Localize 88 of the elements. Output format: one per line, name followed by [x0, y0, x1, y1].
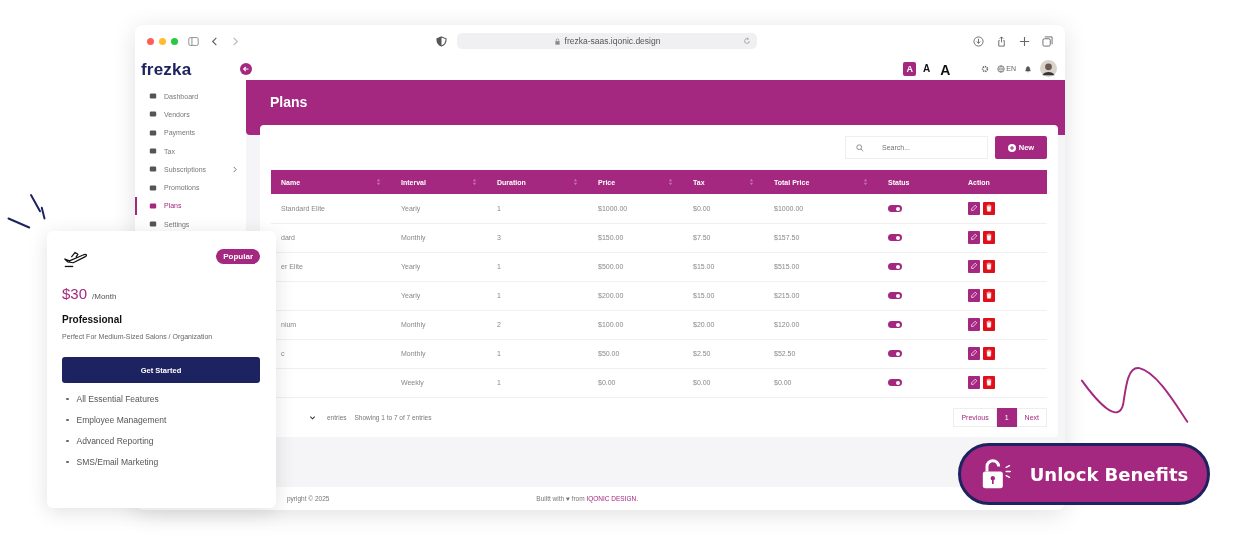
delete-button[interactable]	[983, 231, 995, 244]
bullet-icon	[66, 460, 69, 464]
chevron-icon	[231, 165, 238, 173]
lock-icon	[553, 37, 561, 45]
page-title: Plans	[270, 94, 308, 110]
delete-button[interactable]	[983, 201, 995, 215]
plus-icon[interactable]	[1019, 35, 1030, 47]
logo[interactable]: frezka	[141, 60, 192, 79]
plus-circle-icon	[1007, 143, 1016, 152]
sidebar-icon[interactable]	[188, 35, 199, 47]
pencil-icon	[970, 262, 978, 270]
pencil-icon	[970, 378, 978, 386]
trash-icon	[985, 262, 993, 270]
sort-icon	[472, 178, 477, 186]
globe-icon	[997, 64, 1006, 73]
sort-icon	[376, 178, 381, 186]
menu-bullet-icon	[149, 201, 157, 210]
pencil-icon	[970, 291, 978, 299]
menu-bullet-icon	[149, 147, 157, 156]
pencil-icon	[970, 233, 978, 241]
delete-button[interactable]	[983, 260, 995, 273]
bullet-icon	[66, 439, 69, 443]
close-icon[interactable]	[147, 37, 154, 45]
trash-icon	[985, 349, 993, 357]
status-toggle[interactable]	[888, 234, 902, 242]
back-arrow-icon[interactable]	[240, 62, 252, 75]
font-size-button[interactable]: A	[903, 61, 916, 76]
menu-bullet-icon	[149, 183, 157, 192]
feature-item: All Essential Features	[76, 394, 159, 404]
pencil-icon	[970, 203, 978, 212]
address-bar[interactable]: frezka-saas.iqonic.design	[457, 33, 757, 49]
font-size-button[interactable]: A	[919, 61, 934, 76]
back-icon[interactable]	[209, 35, 220, 47]
plan-name: Professional	[62, 314, 124, 325]
bullet-icon	[66, 418, 69, 422]
status-toggle[interactable]	[888, 205, 902, 213]
menu-bullet-icon	[149, 128, 157, 137]
sort-icon	[863, 178, 868, 186]
feature-item: SMS/Email Marketing	[76, 457, 159, 467]
popular-badge: Popular	[216, 249, 260, 264]
edit-button[interactable]	[968, 376, 980, 389]
trash-icon	[985, 320, 993, 328]
chevron-down-icon	[308, 413, 316, 421]
edit-button[interactable]	[968, 231, 980, 244]
pencil-icon	[970, 320, 978, 328]
trash-icon	[985, 291, 993, 299]
download-icon[interactable]	[973, 35, 984, 47]
unlock-benefits-button[interactable]: Unlock Benefits	[958, 443, 1210, 505]
sort-icon	[573, 178, 578, 186]
airplane-icon	[62, 249, 90, 269]
pencil-icon	[970, 349, 978, 357]
delete-button[interactable]	[983, 347, 995, 360]
delete-button[interactable]	[983, 318, 995, 331]
tabs-icon[interactable]	[1042, 35, 1053, 47]
edit-button[interactable]	[968, 318, 980, 331]
edit-button[interactable]	[968, 347, 980, 360]
gear-icon[interactable]	[981, 64, 990, 73]
edit-button[interactable]	[968, 201, 980, 215]
edit-button[interactable]	[968, 260, 980, 273]
bullet-icon	[66, 397, 69, 401]
url-text: frezka-saas.iqonic.design	[564, 36, 661, 46]
avatar[interactable]	[1040, 60, 1057, 77]
menu-bullet-icon	[149, 165, 157, 174]
sort-icon	[668, 178, 673, 186]
shield-icon[interactable]	[436, 35, 447, 47]
trash-icon	[985, 233, 993, 241]
menu-bullet-icon	[149, 220, 157, 229]
plan-price: $30	[62, 285, 88, 302]
feature-item: Advanced Reporting	[76, 436, 154, 446]
edit-button[interactable]	[968, 289, 980, 302]
trash-icon	[985, 378, 993, 386]
bell-icon[interactable]	[1024, 64, 1032, 73]
menu-bullet-icon	[149, 110, 157, 119]
delete-button[interactable]	[983, 289, 995, 302]
font-size-button[interactable]: A	[937, 61, 954, 76]
status-toggle[interactable]	[888, 350, 902, 358]
status-toggle[interactable]	[888, 321, 902, 329]
status-toggle[interactable]	[888, 263, 902, 271]
status-toggle[interactable]	[888, 379, 902, 387]
delete-button[interactable]	[983, 376, 995, 389]
share-icon[interactable]	[996, 35, 1007, 47]
feature-item: Employee Management	[76, 415, 167, 425]
trash-icon	[985, 203, 993, 212]
sort-icon	[749, 178, 754, 186]
search-icon	[856, 143, 864, 152]
price-period: /Month	[92, 292, 117, 301]
status-toggle[interactable]	[888, 292, 902, 300]
menu-bullet-icon	[149, 92, 157, 101]
